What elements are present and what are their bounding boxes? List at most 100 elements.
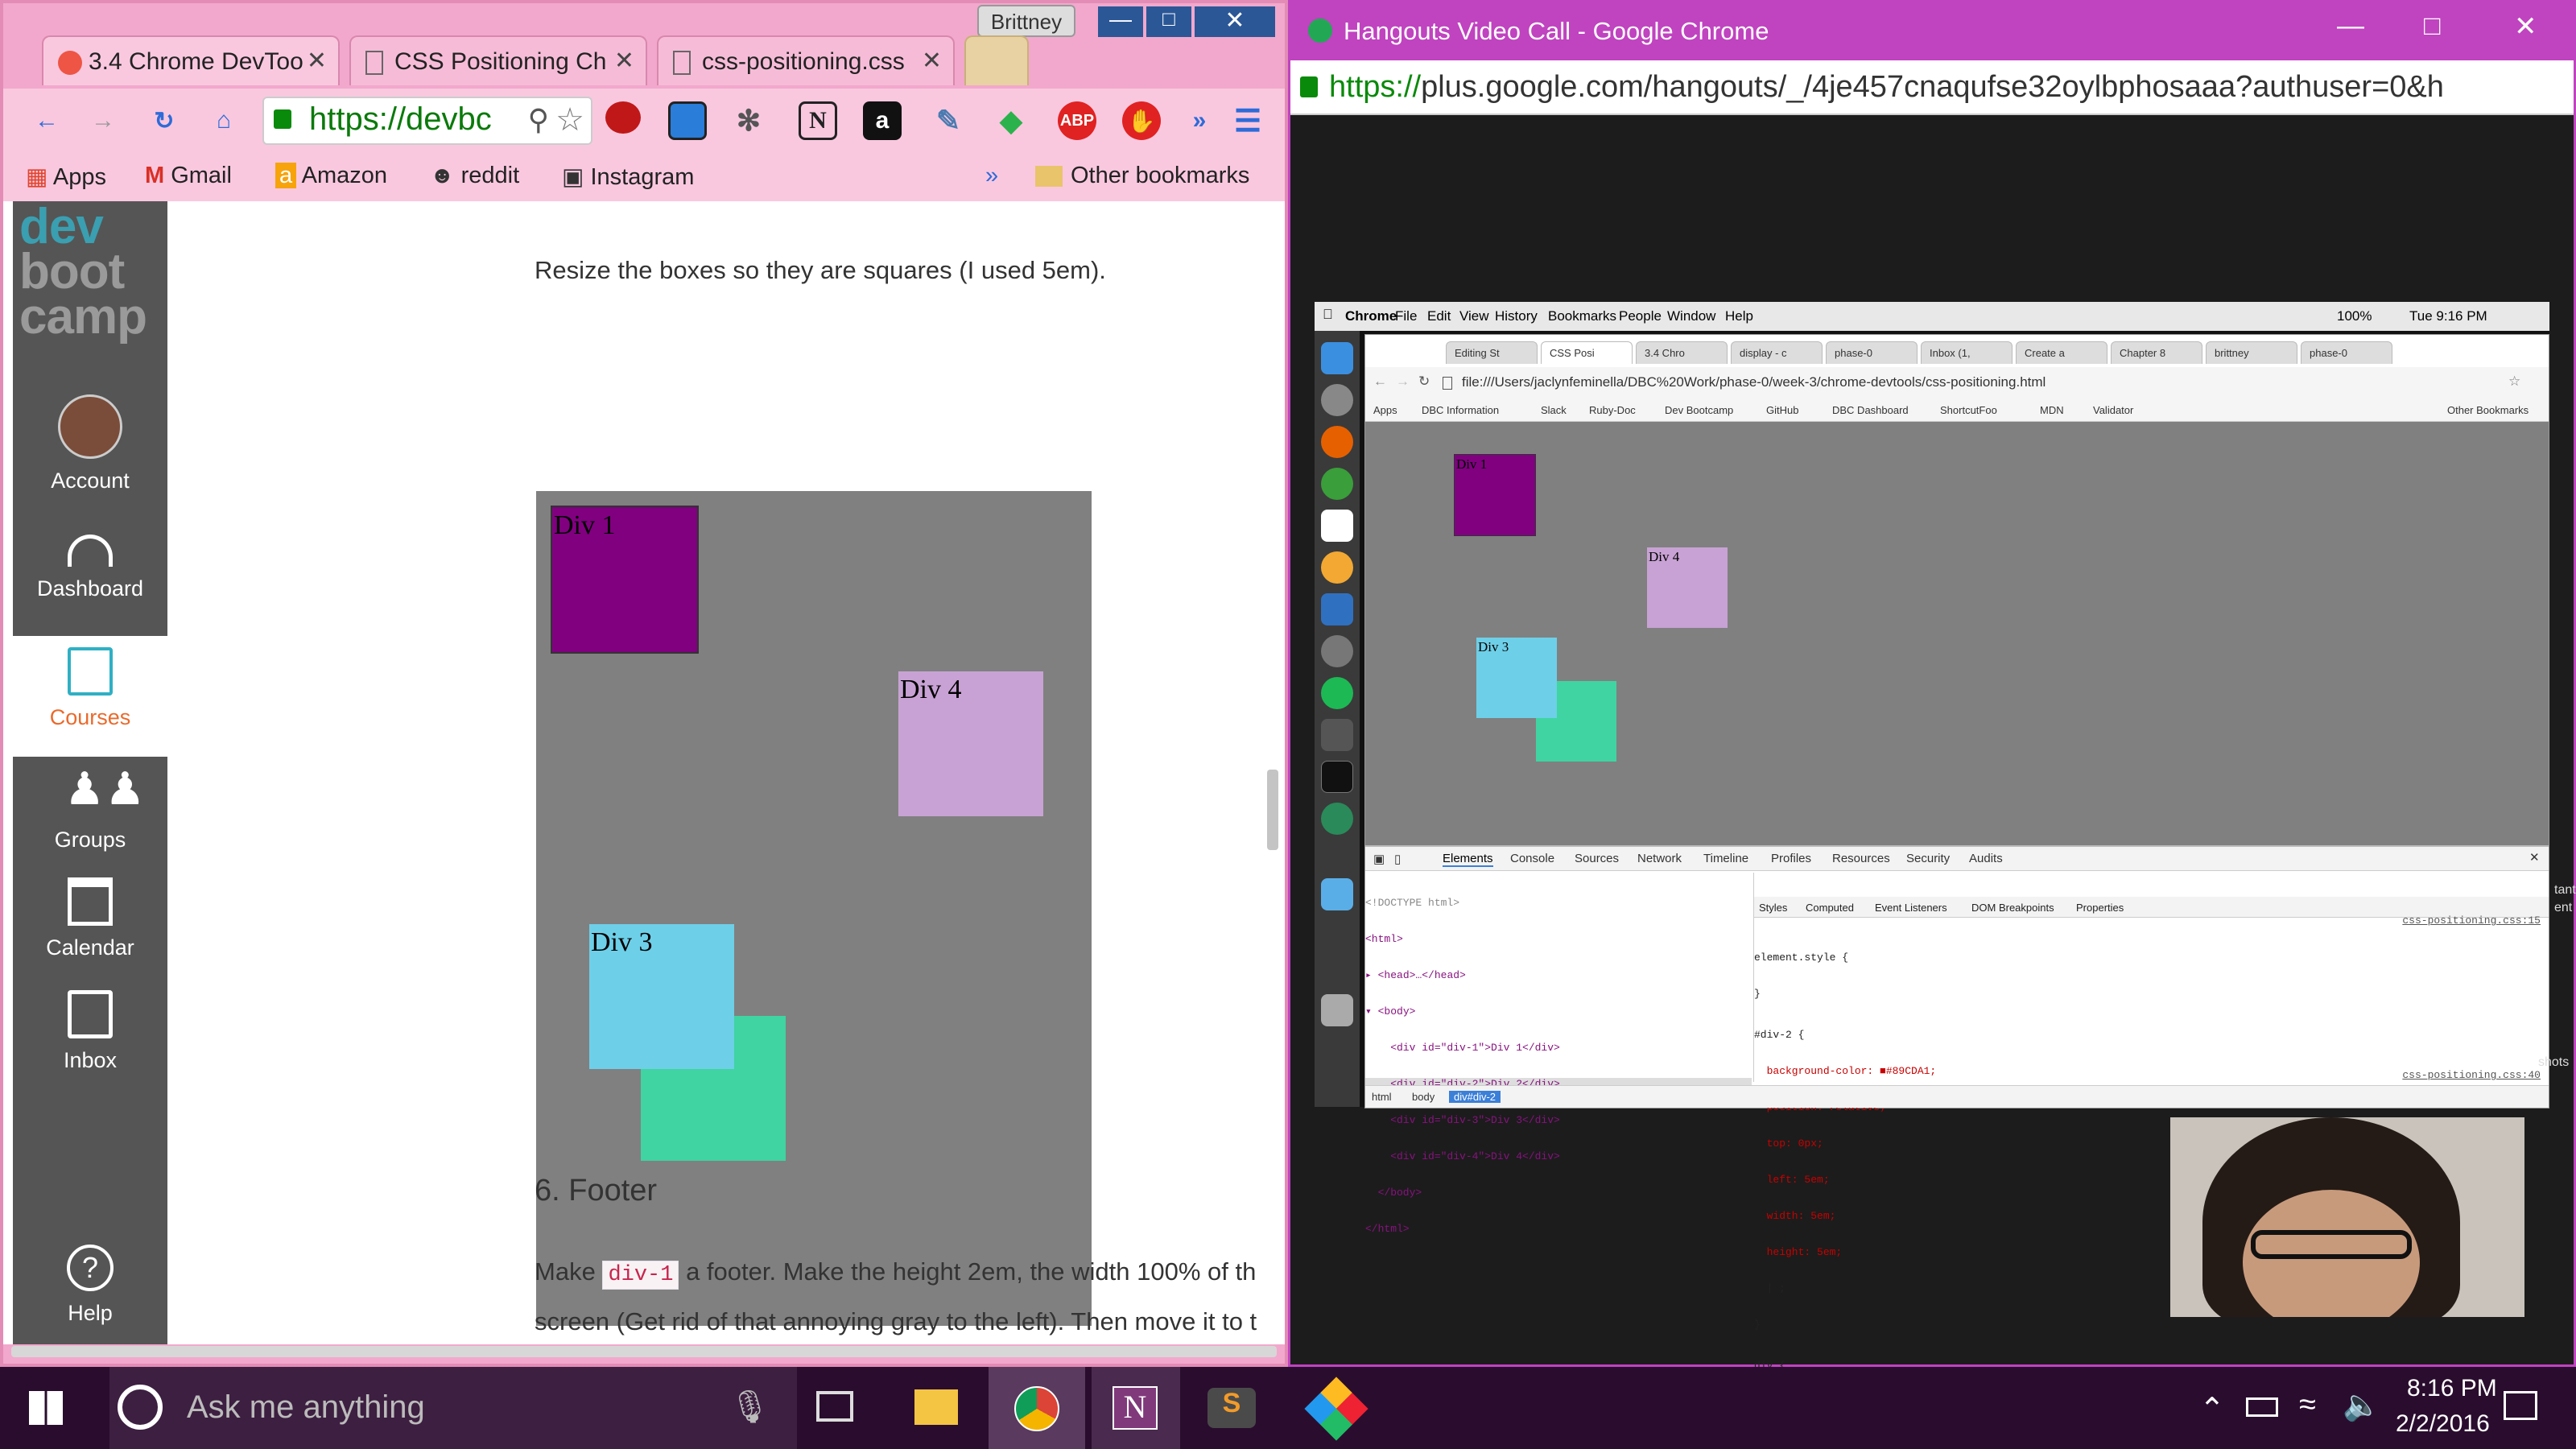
mac-address-bar[interactable]: ← → ↻ file:///Users/jaclynfeminella/DBC%… [1365, 367, 2549, 399]
close-tab-icon[interactable]: ✕ [614, 47, 634, 75]
close-devtools-icon[interactable]: ✕ [2529, 850, 2540, 865]
device-icon[interactable]: ▯ [1394, 852, 1401, 866]
onenote-clipper-icon[interactable]: N [799, 101, 837, 140]
star-icon[interactable]: ☆ [555, 101, 584, 138]
start-windows-icon[interactable] [29, 1391, 63, 1425]
close-button[interactable]: ✕ [1195, 6, 1275, 37]
maximize-button[interactable]: □ [2424, 10, 2441, 42]
clock-time[interactable]: 8:16 PM [2407, 1375, 2497, 1402]
more-extensions-icon[interactable]: » [1180, 101, 1219, 140]
tab-elements[interactable]: Elements [1443, 852, 1493, 867]
inspect-icon[interactable]: ▣ [1373, 852, 1385, 866]
sidebar-item-courses[interactable]: Courses [13, 636, 167, 757]
back-arrow-icon[interactable]: ← [27, 101, 66, 140]
sidebar-item-inbox[interactable]: Inbox [13, 990, 167, 1073]
notifications-icon[interactable] [2504, 1391, 2537, 1420]
close-button[interactable]: ✕ [2514, 10, 2537, 43]
reload-icon[interactable]: ↻ [1418, 374, 1430, 390]
menu-bookmarks[interactable]: Bookmarks [1548, 308, 1616, 324]
file-explorer-icon[interactable] [914, 1389, 958, 1425]
tab-event-listeners[interactable]: Event Listeners [1875, 902, 1947, 914]
tab-chrome-devtools[interactable]: 3.4 Chrome DevToo ✕ [42, 35, 340, 85]
amazon-assistant-icon[interactable]: a [863, 101, 902, 140]
app-diamond-icon[interactable] [1304, 1377, 1368, 1441]
style-source-link[interactable]: css-positioning.css:40 [2402, 1069, 2541, 1081]
menu-people[interactable]: People [1619, 308, 1662, 324]
sidebar-item-dashboard[interactable]: Dashboard [13, 531, 167, 601]
bookmark-gmail[interactable]: M Gmail [145, 163, 232, 189]
menu-chrome[interactable]: Chrome [1345, 308, 1397, 324]
chrome-icon[interactable] [1321, 468, 1353, 500]
launchpad-icon[interactable] [1321, 384, 1353, 416]
evernote-icon[interactable]: ✻ [729, 101, 768, 140]
trash-icon[interactable] [1321, 994, 1353, 1026]
sidebar-item-calendar[interactable]: Calendar [13, 877, 167, 960]
horizontal-scrollbar[interactable] [11, 1346, 1277, 1357]
wifi-icon[interactable]: ≈ [2299, 1388, 2316, 1422]
photos-icon[interactable] [1321, 551, 1353, 584]
bookmark[interactable]: Slack [1541, 404, 1567, 416]
onenote-icon[interactable]: N [1092, 1367, 1180, 1449]
menu-view[interactable]: View [1459, 308, 1489, 324]
clock-date[interactable]: 2/2/2016 [2396, 1410, 2490, 1438]
star-icon[interactable]: ☆ [2508, 374, 2520, 390]
bookmark-reddit[interactable]: ☻ reddit [430, 163, 519, 189]
bookmark[interactable]: DBC Information [1422, 404, 1499, 416]
tab-audits[interactable]: Audits [1969, 852, 2003, 865]
maximize-button[interactable]: □ [1146, 6, 1191, 37]
forward-arrow-icon[interactable]: → [1396, 374, 1410, 390]
tab-css-positioning[interactable]: CSS Positioning Ch ✕ [349, 35, 647, 85]
cortana-search-box[interactable]: Ask me anything 🎙 [109, 1367, 797, 1449]
menu-edit[interactable]: Edit [1427, 308, 1451, 324]
adblock-hand-icon[interactable]: ✋ [1122, 101, 1161, 140]
microphone-icon[interactable]: 🎙 [729, 1388, 770, 1426]
address-bar[interactable]: https://devbc ⚲ ☆ [262, 97, 592, 145]
mac-tab[interactable]: Editing St [1446, 341, 1538, 364]
bookmark[interactable]: DBC Dashboard [1832, 404, 1909, 416]
bookmark-other[interactable]: Other Bookmarks [2447, 404, 2529, 416]
extension-window-icon[interactable] [668, 101, 707, 140]
settings-icon[interactable] [1321, 635, 1353, 667]
tab-security[interactable]: Security [1906, 852, 1950, 865]
calendar-icon[interactable] [1321, 510, 1353, 542]
bookmark[interactable]: Ruby-Doc [1589, 404, 1636, 416]
mac-tab[interactable]: Chapter 8 [2111, 341, 2202, 364]
bookmark[interactable]: MDN [2040, 404, 2064, 416]
minimize-button[interactable]: — [2337, 10, 2364, 42]
mac-tab[interactable]: phase-0 [1826, 341, 1918, 364]
user-profile-tag[interactable]: Brittney [977, 5, 1075, 37]
sidebar-item-groups[interactable]: ♟♟ Groups [13, 765, 167, 852]
tab-network[interactable]: Network [1637, 852, 1682, 865]
eyedropper-icon[interactable]: ✎ [929, 101, 968, 140]
crumb-body[interactable]: body [1412, 1091, 1435, 1103]
sidebar-item-help[interactable]: ? Help [13, 1245, 167, 1326]
address-bar[interactable]: https://plus.google.com/hangouts/_/4je45… [1290, 60, 2574, 115]
task-view-icon[interactable] [816, 1391, 853, 1422]
tab-css-file[interactable]: css-positioning.css ✕ [657, 35, 955, 85]
style-source-link[interactable]: css-positioning.css:15 [2402, 914, 2541, 927]
terminal-icon[interactable] [1321, 761, 1353, 793]
close-tab-icon[interactable]: ✕ [307, 47, 327, 75]
show-hidden-icons[interactable]: ⌃ [2199, 1391, 2225, 1427]
bookmark[interactable]: GitHub [1766, 404, 1798, 416]
sidebar-item-account[interactable]: Account [13, 394, 167, 493]
tab-resources[interactable]: Resources [1832, 852, 1890, 865]
feedly-icon[interactable]: ◆ [992, 101, 1030, 140]
volume-icon[interactable]: 🔈 [2343, 1388, 2380, 1423]
adblock-plus-icon[interactable]: ABP [1058, 101, 1096, 140]
menu-help[interactable]: Help [1725, 308, 1753, 324]
vertical-scrollbar-thumb[interactable] [1267, 770, 1278, 850]
crumb-html[interactable]: html [1372, 1091, 1392, 1103]
mac-tab-active[interactable]: CSS Posi [1541, 341, 1633, 364]
home-icon[interactable]: ⌂ [204, 101, 243, 140]
tab-dom-breakpoints[interactable]: DOM Breakpoints [1971, 902, 2054, 914]
close-tab-icon[interactable]: ✕ [922, 47, 942, 75]
chrome-taskbar-icon[interactable] [989, 1367, 1085, 1449]
firefox-icon[interactable] [1321, 426, 1353, 458]
bookmark-apps[interactable]: ▦ Apps [26, 163, 106, 191]
minimize-button[interactable]: — [1098, 6, 1143, 37]
mac-tab[interactable]: display - c [1731, 341, 1823, 364]
extension-hat-icon[interactable] [605, 101, 641, 134]
atom-icon[interactable] [1321, 803, 1353, 835]
sublime-icon[interactable] [1321, 719, 1353, 751]
